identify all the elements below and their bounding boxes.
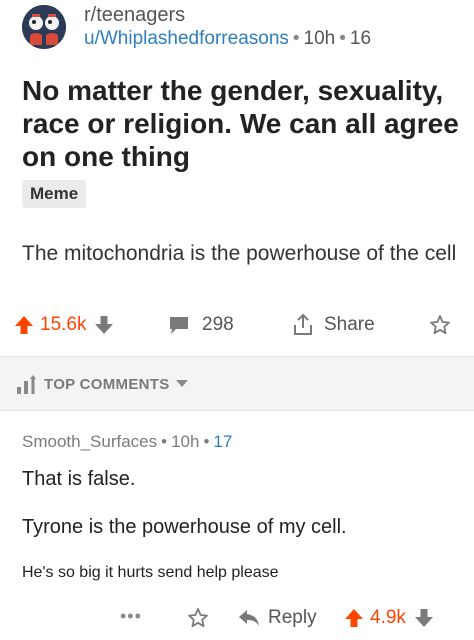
subreddit-name[interactable]: r/teenagers	[84, 4, 185, 27]
share-button[interactable]: Share	[292, 310, 375, 340]
subreddit-avatar[interactable]	[22, 5, 66, 49]
comment-meta: Smooth_Surfaces • 10h • 17	[22, 432, 462, 452]
post-meta: u/Whiplashedforreasons • 10h • 16	[84, 28, 371, 50]
save-star-icon	[428, 313, 452, 337]
chevron-down-icon	[175, 380, 188, 388]
meta-separator: •	[161, 432, 168, 451]
comment-sort-bar: TOP COMMENTS	[0, 357, 474, 411]
sort-dropdown[interactable]: TOP COMMENTS	[16, 373, 188, 395]
save-button[interactable]	[428, 310, 452, 340]
reply-label: Reply	[268, 607, 317, 628]
sort-bars-icon	[16, 373, 36, 395]
meta-separator: •	[203, 432, 210, 451]
post-score-small: 16	[349, 28, 372, 49]
save-star-icon	[186, 606, 210, 630]
downvote-arrow-icon[interactable]	[414, 607, 434, 629]
comment: Smooth_Surfaces • 10h • 17 That is false. Ty…	[22, 432, 462, 581]
post-action-bar: 15.6k 298 Share	[0, 300, 474, 350]
comment-action-bar: ••• Reply 4.9k	[0, 598, 474, 638]
comment-score: 4.9k	[370, 607, 406, 628]
meta-separator: •	[339, 28, 346, 49]
downvote-arrow-icon[interactable]	[94, 314, 114, 336]
comment-paragraph: That is false.	[22, 468, 136, 490]
sort-label: TOP COMMENTS	[44, 375, 170, 393]
post-age: 10h	[303, 28, 336, 49]
share-label: Share	[324, 314, 375, 335]
post-author[interactable]: u/Whiplashedforreasons	[84, 28, 289, 49]
upvote-arrow-icon[interactable]	[344, 607, 364, 629]
comment-author[interactable]: Smooth_Surfaces	[22, 432, 157, 451]
meta-separator: •	[292, 28, 300, 49]
comments-count: 298	[202, 314, 234, 335]
comment-save-button[interactable]	[186, 604, 210, 632]
share-icon	[292, 313, 314, 337]
upvote-arrow-icon[interactable]	[14, 314, 34, 336]
comment-paragraph: Tyrone is the powerhouse of my cell.	[22, 516, 347, 538]
vote-control: 15.6k	[14, 310, 114, 340]
post-body: The mitochondria is the powerhouse of th…	[22, 242, 457, 265]
more-dots-icon[interactable]: •••	[120, 602, 142, 630]
comments-button[interactable]: 298	[168, 310, 234, 340]
comment-paragraph: He's so big it hurts send help please	[22, 564, 279, 581]
comment-score-small: 17	[213, 432, 233, 451]
comment-bubble-icon	[168, 315, 190, 335]
post-title[interactable]: No matter the gender, sexuality, race or…	[22, 74, 462, 173]
post-score: 15.6k	[40, 314, 87, 335]
reply-arrow-icon	[238, 609, 260, 627]
reply-button[interactable]: Reply	[238, 604, 317, 632]
post-flair[interactable]: Meme	[22, 180, 87, 208]
comment-age: 10h	[171, 432, 200, 451]
comment-vote-control: 4.9k	[344, 604, 434, 632]
post-header: r/teenagers u/Whiplashedforreasons • 10h • 1…	[22, 0, 462, 62]
